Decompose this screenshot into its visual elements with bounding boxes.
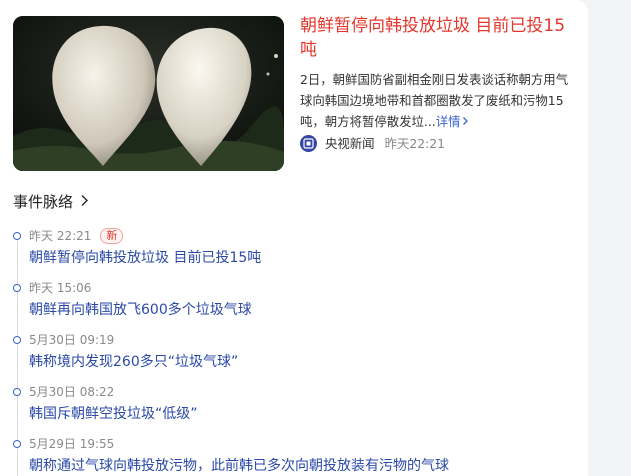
- event-timeline-header[interactable]: 事件脉络: [13, 191, 89, 212]
- timeline-time: 昨天 22:21 新: [29, 227, 124, 244]
- cctv-news-logo-icon: [300, 134, 317, 152]
- timeline-time-text: 5月30日 09:19: [29, 333, 115, 347]
- timeline-item-link[interactable]: 朝称通过气球向韩投放污物，此前韩已多次向朝投放装有污物的气球: [29, 455, 449, 475]
- timeline-item-link[interactable]: 韩称境内发现260多只“垃圾气球”: [29, 351, 238, 371]
- headline-link[interactable]: 朝鲜暂停向韩投放垃圾 目前已投15吨: [300, 14, 576, 62]
- new-badge: 新: [100, 227, 124, 244]
- timeline-item: 昨天 15:06 朝鲜再向韩国放飞600多个垃圾气球: [0, 275, 588, 327]
- timeline-time: 5月30日 09:19: [29, 331, 114, 348]
- timeline-item-link[interactable]: 朝鲜再向韩国放飞600多个垃圾气球: [29, 299, 252, 319]
- timeline-item: 5月30日 08:22 韩国斥朝鲜空投垃圾“低级”: [0, 379, 588, 431]
- source-time: 昨天22:21: [384, 136, 446, 151]
- timeline-time-text: 昨天 15:06: [29, 281, 92, 295]
- timeline-dot: [13, 284, 21, 292]
- timeline-dot: [13, 232, 21, 240]
- chevron-right-icon: [80, 193, 89, 211]
- timeline-dot: [13, 336, 21, 344]
- timeline-item: 5月29日 19:55 朝称通过气球向韩投放污物，此前韩已多次向朝投放装有污物的…: [0, 431, 588, 476]
- summary-text: 2日，朝鲜国防省副相金刚日发表谈话称朝方用气球向韩国边境地带和首都圈散发了废纸和…: [300, 72, 569, 129]
- timeline-time-text: 5月30日 08:22: [29, 385, 115, 399]
- details-link[interactable]: 详情: [436, 114, 470, 129]
- details-label: 详情: [435, 114, 461, 129]
- timeline-item: 5月30日 09:19 韩称境内发现260多只“垃圾气球”: [0, 327, 588, 379]
- timeline-time: 5月30日 08:22: [29, 383, 114, 400]
- timeline-item-link[interactable]: 韩国斥朝鲜空投垃圾“低级”: [29, 403, 198, 423]
- timeline-time: 5月29日 19:55: [29, 435, 114, 452]
- news-card: 朝鲜暂停向韩投放垃圾 目前已投15吨 2日，朝鲜国防省副相金刚日发表谈话称朝方用…: [0, 0, 588, 476]
- news-summary: 2日，朝鲜国防省副相金刚日发表谈话称朝方用气球向韩国边境地带和首都圈散发了废纸和…: [300, 69, 576, 132]
- timeline-time: 昨天 15:06: [29, 279, 91, 296]
- timeline-time-text: 5月29日 19:55: [29, 437, 115, 451]
- timeline-time-text: 昨天 22:21: [29, 229, 92, 243]
- timeline-item: 昨天 22:21 新 朝鲜暂停向韩投放垃圾 目前已投15吨: [0, 223, 588, 275]
- chevron-right-icon: [461, 114, 470, 129]
- balloon-photo: [13, 16, 284, 171]
- timeline-item-link[interactable]: 朝鲜暂停向韩投放垃圾 目前已投15吨: [29, 247, 261, 267]
- timeline-dot: [13, 388, 21, 396]
- source-name[interactable]: 央视新闻: [325, 134, 375, 152]
- section-title: 事件脉络: [13, 193, 74, 211]
- news-thumbnail[interactable]: [13, 16, 284, 171]
- timeline-dot: [13, 440, 21, 448]
- news-source: 央视新闻 昨天22:21: [300, 134, 445, 152]
